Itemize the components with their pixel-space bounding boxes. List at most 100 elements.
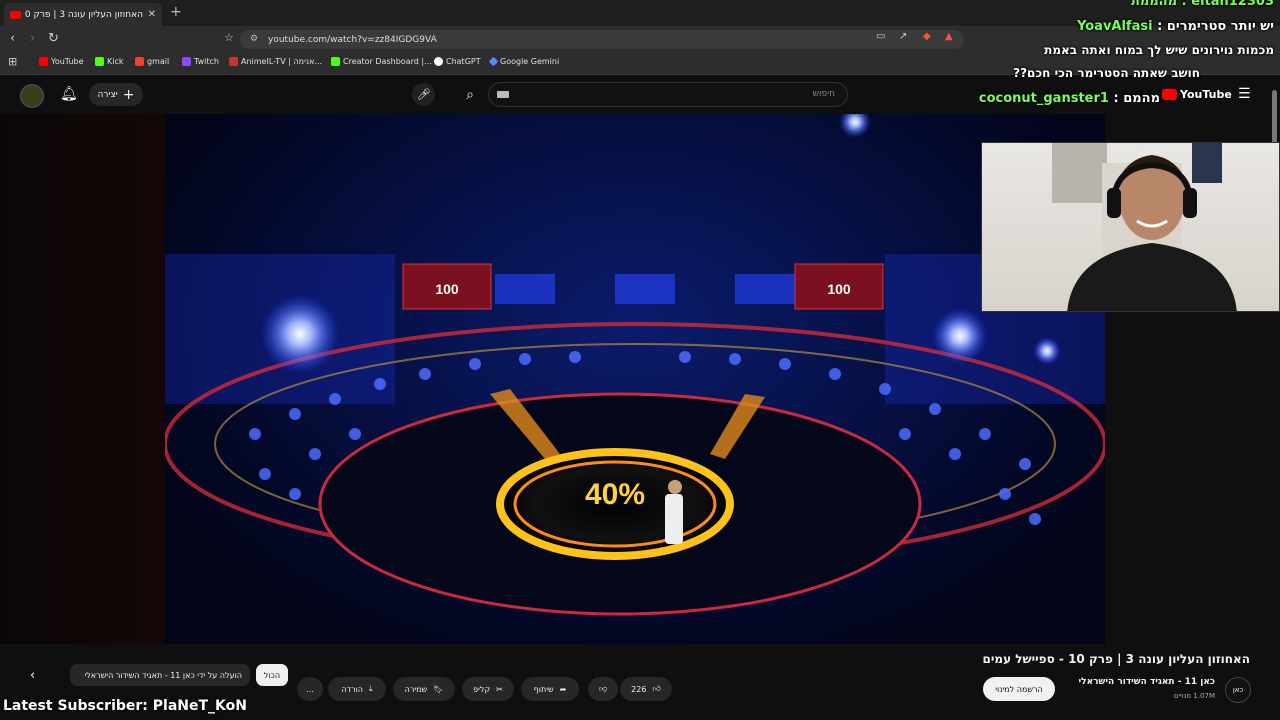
chat-message-4: חושב שאתה הסטרימר הכי חכם?? [1013, 66, 1200, 80]
chat-user-yoavalfasi: YoavAlfasi [1077, 19, 1153, 34]
light-flare-left [260, 294, 340, 374]
bookmark-label: Creator Dashboard |... [343, 57, 432, 66]
chat-user-coconut: coconut_ganster1 [978, 91, 1109, 106]
browser-tab[interactable]: האחוזון העליון עונה 3 | פרק 10 ✕ [4, 3, 162, 26]
twitch-icon [182, 57, 191, 66]
share-button[interactable]: שיתוף ➦ [521, 677, 579, 701]
apps-grid-icon[interactable]: ⊞ [8, 55, 17, 68]
clip-label: קליפ [473, 684, 491, 694]
like-count: 226 [631, 684, 647, 694]
chevron-left-icon[interactable]: ‹ [30, 668, 35, 683]
download-label: הורדה [341, 684, 363, 694]
contestant [665, 494, 683, 544]
youtube-favicon-icon [10, 10, 21, 19]
create-button[interactable]: יצירה + [89, 83, 143, 106]
light-flare-top [839, 114, 871, 138]
brave-shield-icon[interactable]: ◆ [923, 31, 931, 42]
subscribe-button[interactable]: הרשמה למינוי [983, 677, 1055, 701]
bookmark-label: AnimeIL-TV | אנימה... [241, 57, 323, 66]
reload-icon[interactable]: ↻ [48, 31, 59, 46]
video-title: האחוזון העליון עונה 3 | פרק 10 - ספיישל … [982, 652, 1250, 666]
search-input[interactable]: חיפוש [488, 82, 848, 107]
plus-icon: + [122, 86, 135, 103]
url-field[interactable]: youtube.com/watch?v=zz84IGDG9VA [240, 30, 964, 49]
chatgpt-icon [434, 57, 443, 66]
latest-subscriber-ticker: Latest Subscriber: PlaNeT_KoN [3, 698, 247, 714]
headphone-cup-left [1107, 188, 1121, 218]
keyboard-icon[interactable] [497, 91, 509, 98]
chat-message-5: מהמם : coconut_ganster1 [979, 91, 1160, 106]
bookmark-icon: 🔖︎ [433, 684, 444, 694]
more-actions-button[interactable]: ... [297, 677, 323, 701]
streamer-body [1067, 243, 1237, 311]
share-page-icon[interactable]: ↗ [899, 31, 907, 42]
poster [1192, 143, 1222, 183]
chat-message-2: יש יותר סטרימרים : YoavAlfasi [1077, 19, 1274, 34]
youtube-logo[interactable]: YouTube [1162, 88, 1232, 101]
bookmark-chatgpt[interactable]: ChatGPT [434, 57, 481, 66]
thumbs-down-icon: 👎︎ [598, 684, 608, 693]
bookmark-twitch[interactable]: Twitch [182, 57, 219, 66]
chat-message-3: מכמות נוירונים שיש לך במוח ואתה באמת [1044, 43, 1274, 57]
hamburger-menu-icon[interactable]: ☰ [1238, 86, 1251, 102]
bookmark-youtube[interactable]: YouTube [39, 57, 84, 66]
bookmark-label: ChatGPT [446, 57, 481, 66]
page-scrollbar[interactable] [1272, 90, 1277, 150]
bookmark-star-icon[interactable]: ☆ [224, 31, 234, 44]
gmail-icon [135, 57, 144, 66]
url-text: youtube.com/watch?v=zz84IGDG9VA [268, 34, 437, 45]
chip-uploaded-by[interactable]: הועלה על ידי כאן 11 - תאגיד השידור הישרא… [70, 664, 250, 686]
stage-scene: 100 100 40% [165, 114, 1105, 616]
contestant-head [668, 480, 682, 494]
video-player[interactable]: 100 100 40% [165, 114, 1105, 644]
kick-icon [95, 57, 104, 66]
subscriber-count: 1.07M מנויים [1173, 692, 1215, 700]
forward-icon[interactable]: › [30, 31, 35, 46]
score-text: 40% [585, 478, 645, 511]
dislike-button[interactable]: 👎︎ [588, 677, 618, 701]
clip-button[interactable]: קליפ ✂ [462, 677, 514, 701]
light-flare-far-right [1033, 337, 1061, 365]
notifications-bell-icon[interactable]: 🔔︎ [60, 86, 78, 102]
download-button[interactable]: הורדה ⤓ [328, 677, 386, 701]
video-letterbox [0, 114, 165, 644]
bookmark-kick[interactable]: Kick [95, 57, 124, 66]
bookmark-gemini[interactable]: Google Gemini [488, 56, 559, 67]
bookmark-label: Kick [107, 57, 124, 66]
avatar[interactable] [20, 84, 44, 108]
chip-all[interactable]: הכול [256, 664, 288, 686]
save-label: שמירה [404, 684, 428, 694]
search-button[interactable]: ⌕ [452, 82, 488, 107]
back-icon[interactable]: ‹ [10, 31, 15, 46]
new-tab-button[interactable]: + [170, 4, 182, 20]
share-icon: ➦ [559, 684, 567, 694]
webcam-scene [1052, 143, 1237, 311]
bookmark-creator-dashboard[interactable]: Creator Dashboard |... [331, 57, 432, 66]
download-icon: ⤓ [368, 684, 373, 693]
bookmark-label: YouTube [51, 57, 84, 66]
gemini-icon [488, 56, 499, 67]
create-label: יצירה [97, 89, 118, 100]
chat-message-2-text: יש יותר סטרימרים : [1157, 19, 1274, 34]
bookmark-label: gmail [147, 57, 170, 66]
channel-name[interactable]: כאן 11 - תאגיד השידור הישראלי [1078, 677, 1215, 687]
share-label: שיתוף [533, 684, 554, 694]
rewards-icon[interactable]: ▲ [945, 31, 953, 42]
screen-left-text: 100 [435, 281, 459, 297]
tab-title: האחוזון העליון עונה 3 | פרק 10 [25, 9, 143, 20]
bookmark-animeil[interactable]: AnimeIL-TV | אנימה... [229, 57, 322, 66]
site-info-icon[interactable]: ⚙ [250, 34, 258, 44]
microphone-icon[interactable]: 🎤︎ [412, 83, 435, 106]
save-button[interactable]: שמירה 🔖︎ [393, 677, 455, 701]
scissors-icon: ✂ [496, 684, 503, 694]
close-tab-icon[interactable]: ✕ [148, 9, 156, 20]
youtube-bookmark-icon [39, 57, 48, 66]
cast-icon[interactable]: ▭ [876, 31, 885, 42]
like-button[interactable]: 226 👍︎ [620, 677, 672, 701]
chat-message-1: eitan12303 : מהממת [1130, 0, 1274, 9]
thumbs-up-icon: 👍︎ [652, 684, 661, 693]
channel-avatar[interactable]: כאן [1225, 677, 1251, 703]
bookmark-gmail[interactable]: gmail [135, 57, 169, 66]
chat-message-5-text: מהמם : [1113, 91, 1160, 106]
headphone-cup-right [1183, 188, 1197, 218]
